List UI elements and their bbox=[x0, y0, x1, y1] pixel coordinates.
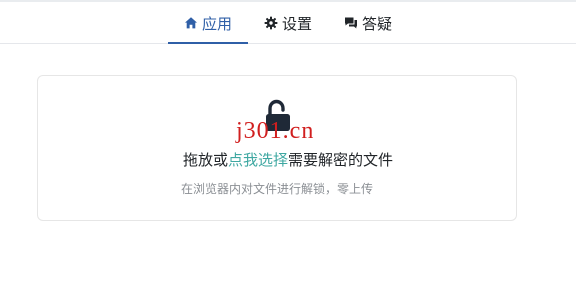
tab-apps[interactable]: 应用 bbox=[167, 3, 248, 44]
tab-apps-label: 应用 bbox=[201, 14, 232, 33]
chat-icon bbox=[344, 16, 358, 30]
instruction-prefix: 拖放或 bbox=[182, 151, 228, 169]
dropzone-instruction: 拖放或点我选择需要解密的文件 bbox=[0, 149, 576, 170]
tab-settings-label: 设置 bbox=[281, 14, 312, 33]
gear-icon bbox=[264, 16, 278, 30]
watermark-text: j301.cn bbox=[236, 118, 315, 144]
tab-faq[interactable]: 答疑 bbox=[328, 3, 408, 43]
tab-bar: 应用 设置 答疑 bbox=[0, 0, 576, 44]
file-dropzone[interactable] bbox=[37, 75, 517, 221]
tab-faq-label: 答疑 bbox=[362, 14, 393, 33]
instruction-suffix: 需要解密的文件 bbox=[288, 151, 394, 169]
select-file-link[interactable]: 点我选择 bbox=[228, 151, 288, 169]
tab-settings[interactable]: 设置 bbox=[248, 3, 328, 43]
dropzone-subtitle: 在浏览器内对文件进行解锁，零上传 bbox=[180, 182, 373, 196]
home-icon bbox=[184, 16, 198, 30]
